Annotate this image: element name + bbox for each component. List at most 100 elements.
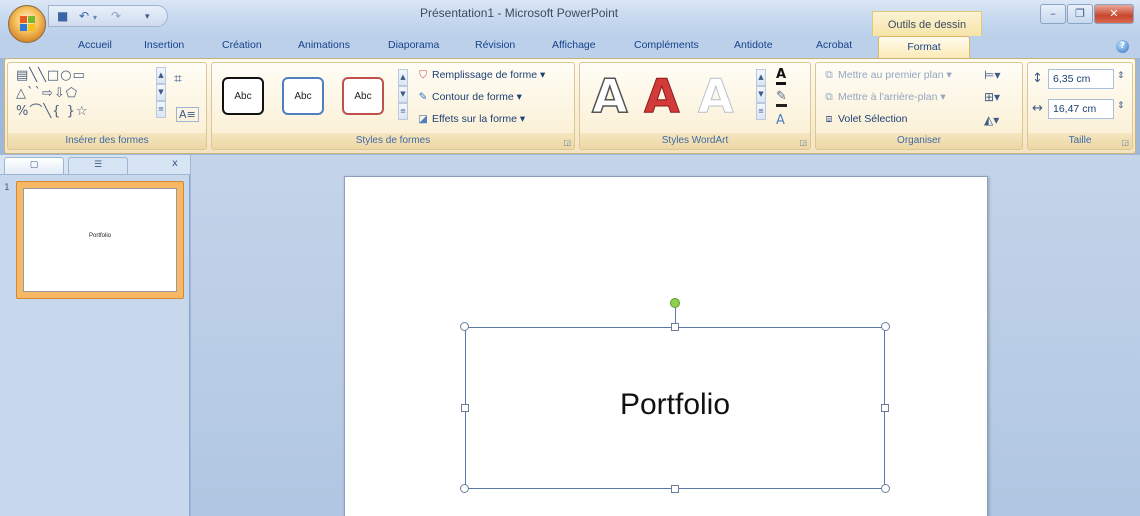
- group-label-size: Taille: [1028, 133, 1132, 149]
- tab-animations[interactable]: Animations: [298, 39, 350, 51]
- tab-antidote[interactable]: Antidote: [734, 39, 773, 51]
- shape-effects-icon: ◪: [418, 113, 428, 125]
- selection-pane-icon: ⧈: [825, 113, 833, 125]
- title-bar: ■ ↶ ▾ ↷ ▾ Présentation1 - Microsoft Powe…: [0, 0, 1140, 43]
- rotation-handle[interactable]: [670, 298, 680, 308]
- send-to-back-button[interactable]: ⧉ Mettre à l'arrière-plan ▾: [822, 91, 945, 104]
- edit-shape-icon[interactable]: ⌗: [174, 71, 182, 87]
- group-size: ↕ 6,35 cm ⇕ ↔ 16,47 cm ⇕ Taille ◲: [1027, 62, 1133, 150]
- group-shape-styles: Abc Abc Abc ▲ ▼ ≡ ⛉ Remplissage de forme ▾ …: [211, 62, 575, 150]
- group-arrange: ⧉ Mettre au premier plan ▾ ⧉ Mettre à l'ar…: [815, 62, 1023, 150]
- tab-acrobat[interactable]: Acrobat: [816, 39, 852, 51]
- tab-accueil[interactable]: Accueil: [78, 39, 112, 51]
- save-icon[interactable]: ■: [57, 9, 68, 23]
- paint-bucket-icon: ⛉: [419, 69, 427, 81]
- tab-format[interactable]: Format: [878, 36, 970, 59]
- pencil-outline-icon: ✎: [418, 91, 428, 103]
- slide-thumbnail: Portfolio: [23, 188, 177, 292]
- undo-dropdown-icon[interactable]: ▾: [93, 13, 97, 22]
- resize-handle-right[interactable]: [881, 404, 889, 412]
- resize-handle-bottom-right[interactable]: [881, 484, 890, 493]
- shape-outline-button[interactable]: ✎ Contour de forme ▾: [416, 91, 522, 103]
- minimize-button[interactable]: –: [1040, 4, 1066, 24]
- align-icon[interactable]: ⊨▾: [984, 68, 1000, 82]
- shape-height-icon: ↕: [1032, 71, 1043, 86]
- resize-handle-top[interactable]: [671, 323, 679, 331]
- ribbon-tabs: Accueil Insertion Création Animations Di…: [0, 36, 1140, 59]
- redo-icon[interactable]: ↷: [111, 9, 121, 23]
- width-spinner[interactable]: ⇕: [1117, 101, 1125, 111]
- shapes-gallery[interactable]: ▤╲╲□○▭ △ˋˋ⇨⇩⬠ %⌒╲{ }☆: [16, 67, 156, 121]
- dialog-launcher-icon[interactable]: ◲: [1121, 138, 1129, 147]
- close-button[interactable]: ✕: [1094, 4, 1134, 24]
- thumbnail-text: Portfolio: [88, 233, 111, 239]
- selection-pane-button[interactable]: ⧈ Volet Sélection: [822, 113, 908, 126]
- dialog-launcher-icon[interactable]: ◲: [799, 138, 807, 147]
- resize-handle-left[interactable]: [461, 404, 469, 412]
- group-label-wordart: Styles WordArt: [580, 133, 810, 149]
- shape-effects-button[interactable]: ◪ Effets sur la forme ▾: [416, 113, 525, 125]
- shape-width-icon: ↔: [1032, 101, 1043, 116]
- group-objects-icon[interactable]: ⊞▾: [984, 90, 1000, 104]
- selected-text-box[interactable]: Portfolio: [465, 327, 885, 489]
- text-fill-icon[interactable]: A: [776, 67, 787, 85]
- text-box-icon[interactable]: A≡: [176, 107, 199, 122]
- wordart-style-light[interactable]: A: [698, 69, 735, 124]
- group-insert-shapes: ▤╲╲□○▭ △ˋˋ⇨⇩⬠ %⌒╲{ }☆ ▲ ▼ ≡ ⌗ A≡ Insérer d…: [7, 62, 207, 150]
- slides-panel: ▢ ☰ x 1 Portfolio: [0, 155, 190, 516]
- panel-tabs: ▢ ☰ x: [0, 155, 190, 175]
- slide-canvas[interactable]: Portfolio: [344, 176, 988, 516]
- quick-access-toolbar: ■ ↶ ▾ ↷ ▾: [48, 5, 168, 27]
- wordart-style-red[interactable]: A: [644, 69, 681, 124]
- bring-to-front-button[interactable]: ⧉ Mettre au premier plan ▾: [822, 69, 952, 82]
- shape-style-sample-blue[interactable]: Abc: [282, 77, 324, 115]
- tab-diaporama[interactable]: Diaporama: [388, 39, 439, 51]
- text-outline-icon[interactable]: ✎: [776, 89, 787, 107]
- wordart-style-outline[interactable]: A: [591, 68, 628, 124]
- group-label-insert-shapes: Insérer des formes: [8, 133, 206, 149]
- slides-tab-icon: ▢: [29, 160, 39, 170]
- send-back-icon: ⧉: [825, 91, 833, 103]
- tab-complements[interactable]: Compléments: [634, 39, 699, 51]
- shapes-gallery-scroll[interactable]: ▲ ▼ ≡: [156, 67, 166, 118]
- maximize-button[interactable]: ❐: [1067, 4, 1093, 24]
- resize-handle-bottom-left[interactable]: [460, 484, 469, 493]
- slide-number: 1: [4, 183, 10, 193]
- group-wordart: A A A ▲ ▼ ≡ A ✎ A Styles WordArt ◲: [579, 62, 811, 150]
- slides-tab[interactable]: ▢: [4, 157, 64, 174]
- group-label-arrange: Organiser: [816, 133, 1022, 149]
- window-title: Présentation1 - Microsoft PowerPoint: [420, 6, 619, 20]
- office-button[interactable]: [8, 5, 46, 43]
- customize-qat-icon[interactable]: ▾: [145, 12, 150, 22]
- panel-close-icon[interactable]: x: [172, 158, 178, 169]
- tab-affichage[interactable]: Affichage: [552, 39, 596, 51]
- wordart-styles-scroll[interactable]: ▲ ▼ ≡: [756, 69, 766, 120]
- height-spinner[interactable]: ⇕: [1117, 71, 1125, 81]
- group-label-shape-styles: Styles de formes: [212, 133, 574, 149]
- outline-tab[interactable]: ☰: [68, 157, 128, 174]
- shape-fill-button[interactable]: ⛉ Remplissage de forme ▾: [416, 69, 545, 82]
- office-logo-icon: [20, 16, 36, 32]
- shape-styles-scroll[interactable]: ▲ ▼ ≡: [398, 69, 408, 120]
- slide-thumbnail-selected[interactable]: Portfolio: [16, 181, 184, 299]
- text-effects-icon[interactable]: A: [776, 113, 785, 128]
- tab-insertion[interactable]: Insertion: [144, 39, 184, 51]
- resize-handle-top-left[interactable]: [460, 322, 469, 331]
- tab-creation[interactable]: Création: [222, 39, 262, 51]
- resize-handle-top-right[interactable]: [881, 322, 890, 331]
- slide-editing-area: Portfolio: [191, 155, 1140, 516]
- dialog-launcher-icon[interactable]: ◲: [563, 138, 571, 147]
- rotate-icon[interactable]: ◭▾: [984, 113, 999, 127]
- bring-front-icon: ⧉: [825, 69, 833, 81]
- help-icon[interactable]: ?: [1116, 40, 1129, 53]
- slide-title-text[interactable]: Portfolio: [466, 388, 884, 422]
- undo-icon[interactable]: ↶: [79, 9, 89, 23]
- shape-style-sample-black[interactable]: Abc: [222, 77, 264, 115]
- outline-tab-icon: ☰: [93, 160, 103, 170]
- tab-revision[interactable]: Révision: [475, 39, 515, 51]
- shape-width-input[interactable]: 16,47 cm: [1048, 99, 1114, 119]
- shape-style-sample-red[interactable]: Abc: [342, 77, 384, 115]
- drawing-tools-context-label: Outils de dessin: [872, 11, 982, 36]
- resize-handle-bottom[interactable]: [671, 485, 679, 493]
- shape-height-input[interactable]: 6,35 cm: [1048, 69, 1114, 89]
